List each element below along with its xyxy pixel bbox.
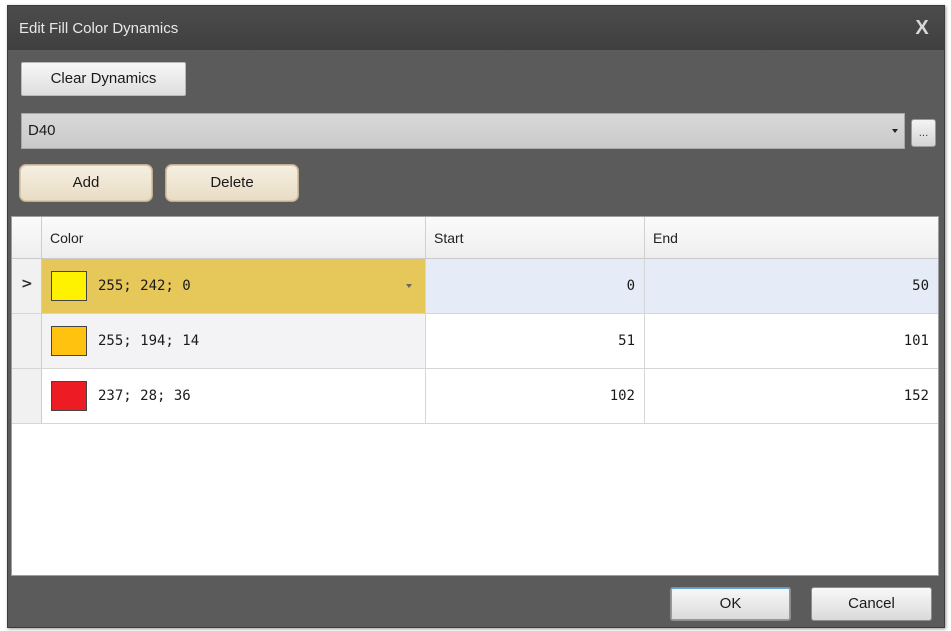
row-header[interactable]	[12, 314, 42, 369]
clear-dynamics-button[interactable]: Clear Dynamics	[21, 62, 186, 96]
browse-button[interactable]: ...	[911, 119, 936, 147]
color-swatch	[51, 326, 87, 356]
close-icon[interactable]: X	[912, 18, 932, 38]
source-tag-dropdown[interactable]: D40	[21, 113, 905, 149]
start-cell[interactable]: 0	[426, 259, 645, 314]
dialog-window: Edit Fill Color Dynamics X Clear Dynamic…	[7, 5, 945, 628]
source-tag-value: D40	[28, 122, 56, 139]
column-header-start[interactable]: Start	[426, 217, 645, 259]
color-cell[interactable]: 237; 28; 36	[42, 369, 426, 424]
color-cell[interactable]: 255; 194; 14	[42, 314, 426, 369]
row-header[interactable]: >	[12, 259, 42, 314]
color-swatch	[51, 381, 87, 411]
start-cell[interactable]: 102	[426, 369, 645, 424]
row-header[interactable]	[12, 369, 42, 424]
end-cell[interactable]: 50	[645, 259, 938, 314]
add-button[interactable]: Add	[19, 164, 153, 202]
cancel-button[interactable]: Cancel	[811, 587, 932, 621]
color-value: 255; 194; 14	[98, 333, 200, 349]
end-cell[interactable]: 152	[645, 369, 938, 424]
dropdown-arrow-icon[interactable]	[892, 129, 898, 133]
grid-corner-header	[12, 217, 42, 259]
color-value: 237; 28; 36	[98, 388, 191, 404]
dialog-title: Edit Fill Color Dynamics	[19, 20, 179, 37]
ok-button[interactable]: OK	[670, 587, 791, 621]
end-cell[interactable]: 101	[645, 314, 938, 369]
color-value: 255; 242; 0	[98, 278, 191, 294]
title-bar: Edit Fill Color Dynamics X	[8, 6, 944, 50]
dynamics-grid: Color Start End > 255; 242; 0 0 50 255; …	[11, 216, 939, 576]
start-cell[interactable]: 51	[426, 314, 645, 369]
color-cell[interactable]: 255; 242; 0	[42, 259, 426, 314]
color-dropdown-arrow-icon[interactable]	[406, 284, 412, 288]
column-header-color[interactable]: Color	[42, 217, 426, 259]
color-swatch	[51, 271, 87, 301]
current-row-indicator-icon: >	[21, 276, 33, 292]
delete-button[interactable]: Delete	[165, 164, 299, 202]
column-header-end[interactable]: End	[645, 217, 938, 259]
